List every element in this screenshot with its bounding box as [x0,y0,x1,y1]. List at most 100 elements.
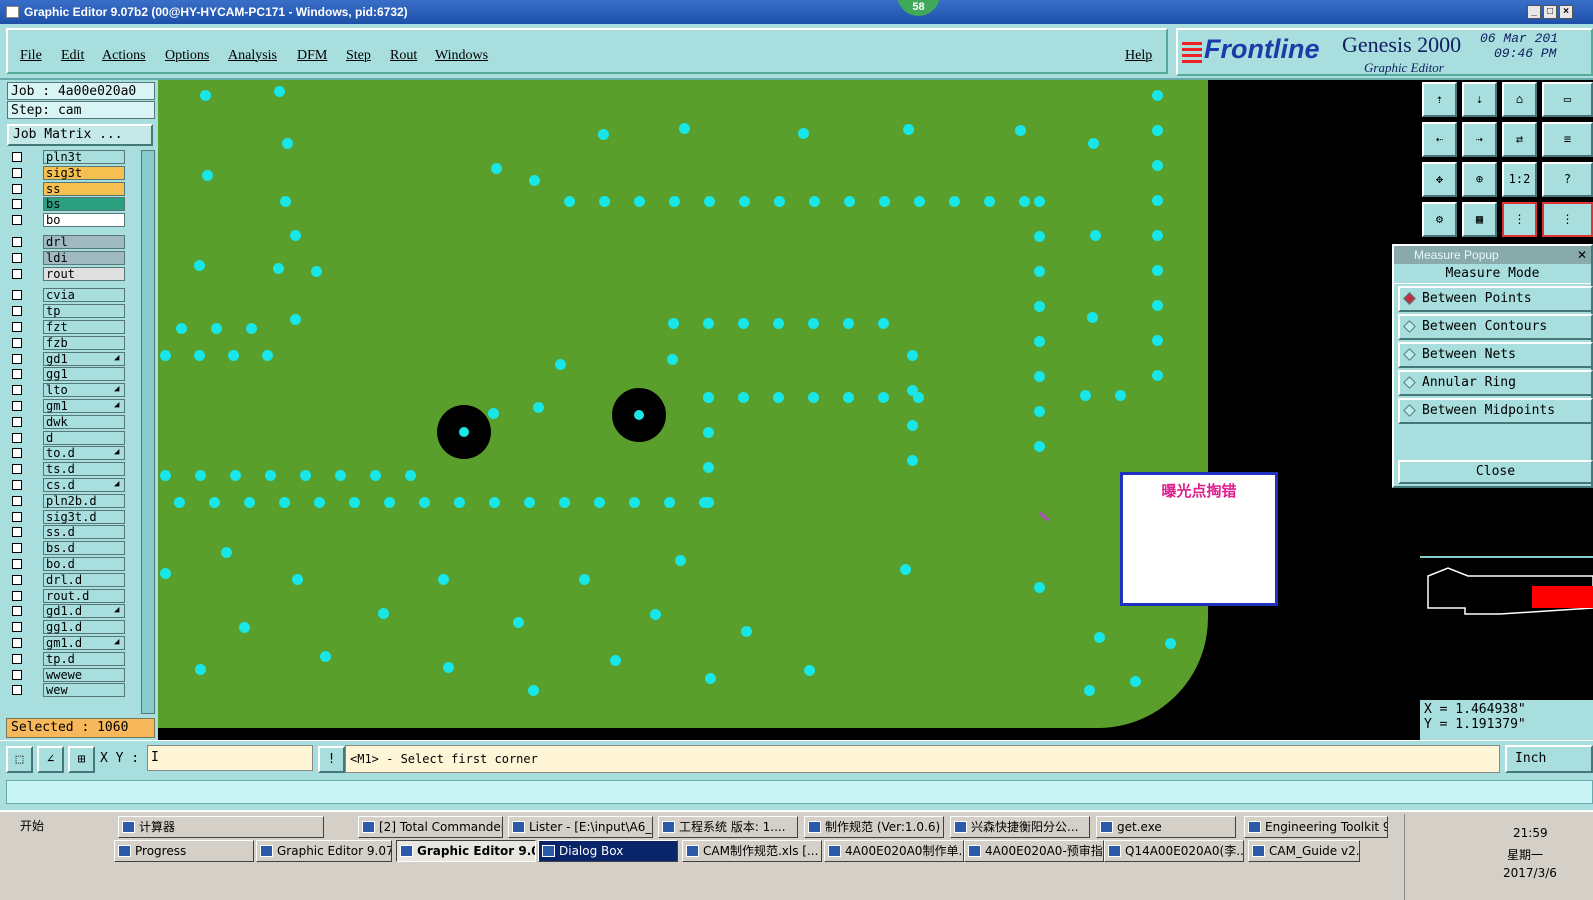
layer-checkbox[interactable] [12,590,22,601]
layer-checkbox[interactable] [12,215,22,226]
taskbar-button[interactable]: Graphic Editor 9.07... [396,840,536,862]
menu-file[interactable]: File [20,48,42,64]
layer-name[interactable]: gd1.d [43,604,125,619]
overview-map[interactable] [1420,556,1593,698]
layer-row[interactable]: gm1 ◢ [8,399,139,414]
layer-scrollbar[interactable] [141,150,155,714]
layer-row[interactable]: cvia [8,288,139,303]
option-annular-ring[interactable]: Annular Ring [1398,370,1593,396]
minimize-button[interactable]: _ [1527,5,1541,19]
menu-actions[interactable]: Actions [102,48,146,64]
layer-row[interactable]: to.d ◢ [8,446,139,461]
taskbar-button[interactable]: Lister - [E:\input\A6_1... [508,816,653,838]
layer-row[interactable]: fzt [8,320,139,335]
layer-row[interactable]: fzb [8,335,139,351]
taskbar-button[interactable]: 4A00E020A0-预审指... [964,840,1104,862]
layer-checkbox[interactable] [12,448,22,459]
layer-name[interactable]: gd1 [43,351,125,366]
layer-checkbox[interactable] [12,495,22,506]
layer-name[interactable]: bs [43,197,125,212]
layer-checkbox[interactable] [12,669,22,680]
menu-rout[interactable]: Rout [390,48,417,64]
zoom-center-icon[interactable]: ⊕ [1462,162,1497,197]
help-icon[interactable]: ? [1542,162,1593,197]
layer-name[interactable]: bo [43,213,125,228]
layer-name[interactable]: fzb [43,335,125,350]
xy-input[interactable]: I [147,745,313,771]
layer-name[interactable]: cvia [43,288,125,303]
layer-name[interactable]: wew [43,683,125,698]
layer-row[interactable]: bo [8,213,139,228]
taskbar-button[interactable]: CAM_Guide v2.80 [1248,840,1360,862]
start-button[interactable]: 开始 [2,816,50,838]
unit-selector[interactable]: Inch [1505,745,1593,773]
layer-name[interactable]: ts.d [43,462,125,477]
option-between-midpoints[interactable]: Between Midpoints [1398,398,1593,424]
job-matrix-button[interactable]: Job Matrix ... [7,124,153,146]
layer-name[interactable]: rout.d [43,588,125,603]
layer-row[interactable]: gg1 [8,367,139,382]
taskbar-button[interactable]: CAM制作规范.xls [... [682,840,822,862]
grid-icon[interactable]: ▦ [1462,202,1497,237]
menu-step[interactable]: Step [346,48,371,64]
menu-options[interactable]: Options [165,48,209,64]
taskbar-button[interactable]: Engineering Toolkit 9.... [1244,816,1388,838]
layer-row[interactable]: cs.d ◢ [8,478,139,493]
layer-row[interactable]: gm1.d ◢ [8,636,139,651]
layer-name[interactable]: fzt [43,320,125,334]
layer-name[interactable]: gg1.d [43,620,125,635]
layer-name[interactable]: tp [43,304,125,319]
layer-checkbox[interactable] [12,685,22,696]
settings-icon[interactable]: ⚙ [1422,202,1457,237]
layer-name[interactable]: cs.d [43,478,125,492]
layer-name[interactable]: sig3t [43,165,125,180]
zoom-top-icon[interactable]: ⇡ [1422,82,1457,117]
layer-name[interactable]: bs.d [43,541,125,556]
ratio-button[interactable]: 1:2 [1502,162,1537,197]
layer-row[interactable]: wwewe [8,667,139,683]
layer-name[interactable]: dwk [43,414,125,429]
layer-row[interactable]: ts.d [8,462,139,477]
taskbar-button[interactable]: 工程系统 版本: 1.... [658,816,798,838]
layer-checkbox[interactable] [12,606,22,617]
taskbar-button[interactable]: 计算器 [118,816,324,838]
layer-name[interactable]: pln2b.d [43,493,125,508]
layer-checkbox[interactable] [12,237,22,247]
layer-checkbox[interactable] [12,369,22,380]
layer-name[interactable]: pln3t [43,150,125,164]
mirror-icon[interactable]: ⇄ [1502,122,1537,157]
layer-tool-icon[interactable]: ⋮ [1502,202,1537,237]
layer-row[interactable]: ss.d [8,525,139,540]
grid-snap-icon[interactable]: ⊞ [68,746,95,773]
layer-checkbox[interactable] [12,290,22,301]
layer-checkbox[interactable] [12,574,22,585]
home-icon[interactable]: ⌂ [1502,82,1537,117]
taskbar-button[interactable]: get.exe [1096,816,1236,838]
layer-name[interactable]: drl.d [43,572,125,587]
maximize-button[interactable]: □ [1543,5,1557,19]
zoom-fit-icon[interactable]: ✥ [1422,162,1457,197]
layer-checkbox[interactable] [12,559,22,569]
snap-icon[interactable]: ⬚ [6,746,33,773]
layer-name[interactable]: to.d [43,446,125,461]
layer-row[interactable]: pln2b.d [8,493,139,509]
menu-edit[interactable]: Edit [61,48,84,64]
layer-name[interactable]: wwewe [43,667,125,682]
layer-row[interactable]: wew [8,683,139,698]
layer-checkbox[interactable] [12,480,22,490]
option-between-contours[interactable]: Between Contours [1398,314,1593,340]
layer-checkbox[interactable] [12,322,22,332]
layer-checkbox[interactable] [12,183,22,194]
layer-name[interactable]: d [43,430,125,445]
layer-row[interactable]: gd1.d ◢ [8,604,139,619]
layer-row[interactable]: tp.d [8,651,139,667]
exclaim-button[interactable]: ! [318,746,345,773]
option-between-nets[interactable]: Between Nets [1398,342,1593,368]
layer-checkbox[interactable] [12,416,22,427]
shift-icon[interactable]: ≡ [1542,122,1593,157]
layer-name[interactable]: tp.d [43,651,125,666]
layer-checkbox[interactable] [12,432,22,443]
layer-name[interactable]: sig3t.d [43,509,125,524]
menu-windows[interactable]: Windows [435,48,488,64]
layer-checkbox[interactable] [12,252,22,263]
